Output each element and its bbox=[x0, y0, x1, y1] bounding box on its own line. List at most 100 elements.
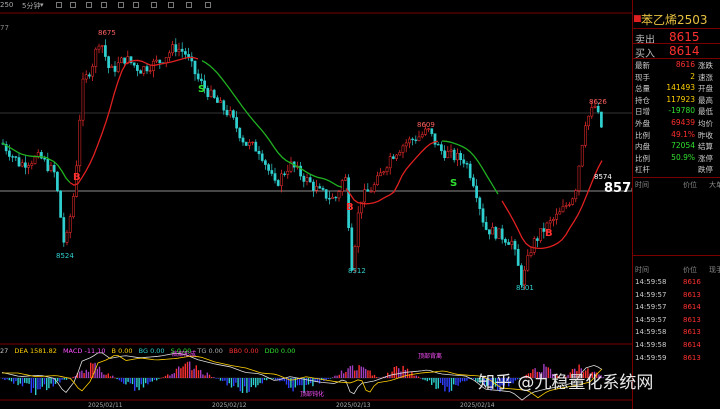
candle-body bbox=[248, 142, 251, 146]
macd-bar-mark bbox=[129, 378, 131, 384]
macd-bar-mark bbox=[43, 378, 46, 385]
symbol-header: ■ 苯乙烯2503 bbox=[633, 8, 720, 28]
tick-row: 14:59:59 8613 bbox=[635, 353, 701, 362]
candle-body bbox=[372, 184, 376, 192]
buy-price-row[interactable]: 买入 8614 bbox=[633, 44, 720, 60]
candle-body bbox=[587, 115, 590, 127]
candle-body bbox=[49, 165, 53, 171]
candle-body bbox=[267, 164, 270, 171]
candle-body bbox=[104, 45, 107, 57]
symbol-name: 苯乙烯2503 bbox=[641, 13, 708, 27]
macd-bar-mark bbox=[61, 378, 63, 380]
macd-bar-mark bbox=[37, 378, 39, 390]
macd-bar-mark bbox=[72, 376, 74, 378]
candle-body bbox=[148, 70, 152, 72]
candle-body bbox=[136, 65, 139, 71]
candle-body bbox=[225, 109, 229, 116]
macd-bar-mark bbox=[81, 370, 83, 378]
candle-body bbox=[238, 127, 242, 139]
candle-body bbox=[356, 212, 360, 247]
stat-row: 杠杆 跌停 bbox=[635, 165, 713, 175]
macd-bar-mark bbox=[424, 378, 426, 381]
candle-body bbox=[174, 44, 178, 52]
candle-body bbox=[468, 163, 472, 179]
candle-body bbox=[84, 74, 88, 80]
macd-bar-mark bbox=[347, 368, 349, 378]
candle-body bbox=[443, 150, 446, 158]
macd-bar-mark bbox=[261, 378, 263, 384]
macd-bar-mark bbox=[455, 378, 457, 386]
macd-bar-mark bbox=[272, 378, 274, 379]
macd-bar-mark bbox=[101, 372, 103, 378]
candle-body bbox=[132, 62, 136, 66]
candle-body bbox=[401, 145, 405, 153]
macd-bar-mark bbox=[277, 378, 279, 380]
candle-body bbox=[513, 240, 517, 250]
macd-bar-mark bbox=[332, 377, 334, 378]
macd-bar-mark bbox=[222, 378, 224, 382]
candle-body bbox=[328, 198, 331, 200]
macd-bar-mark bbox=[233, 378, 235, 387]
macd-bar-mark bbox=[257, 378, 259, 386]
ma-line-segment bbox=[345, 140, 439, 205]
macd-bar-mark bbox=[259, 378, 261, 384]
candle-body bbox=[59, 190, 62, 218]
macd-bar-mark bbox=[442, 378, 444, 386]
candle-body bbox=[449, 149, 453, 152]
macd-bar-mark bbox=[420, 378, 422, 379]
macd-bar-mark bbox=[338, 374, 340, 378]
macd-bar-mark bbox=[171, 373, 173, 378]
macd-bar-mark bbox=[217, 378, 219, 379]
macd-bar-mark bbox=[340, 370, 343, 378]
macd-bar-mark bbox=[305, 378, 307, 386]
candle-body bbox=[577, 165, 581, 191]
macd-bar-mark bbox=[48, 378, 50, 389]
date-label-1: 2025/02/11 bbox=[88, 402, 123, 409]
candle-body bbox=[334, 196, 338, 199]
candle-body bbox=[420, 134, 424, 138]
macd-bar-mark bbox=[327, 378, 329, 379]
macd-bar-mark bbox=[125, 378, 127, 385]
candle-body bbox=[596, 106, 600, 113]
kline-chart-area[interactable]: 250 5分钟 ▾ 77 8675 8524 8609 8512 8501 8626 857… bbox=[0, 0, 640, 409]
macd-bar-mark bbox=[50, 378, 52, 384]
candle-body bbox=[33, 156, 37, 164]
macd-bar-mark bbox=[263, 378, 266, 380]
candle-body bbox=[123, 57, 126, 64]
macd-bar-mark bbox=[415, 375, 417, 378]
sell-price-row[interactable]: 卖出 8615 bbox=[633, 30, 720, 46]
sell-signal: S bbox=[198, 84, 205, 95]
macd-bar-mark bbox=[191, 370, 193, 378]
candle-body bbox=[532, 238, 536, 253]
macd-bar-mark bbox=[387, 372, 389, 378]
candle-body bbox=[171, 44, 174, 54]
macd-bar-mark bbox=[206, 372, 208, 378]
macd-bar-mark bbox=[83, 373, 85, 378]
macd-bar-mark bbox=[109, 376, 112, 378]
macd-bar-mark bbox=[213, 377, 215, 378]
macd-bar-mark bbox=[96, 368, 98, 378]
macd-bar-mark bbox=[255, 378, 257, 388]
macd-bar-mark bbox=[404, 369, 406, 378]
macd-bar-mark bbox=[208, 374, 211, 378]
macd-bar-mark bbox=[472, 378, 475, 380]
macd-annotation: 顶部背离 bbox=[418, 352, 442, 360]
candle-body bbox=[187, 54, 190, 57]
candle-body bbox=[318, 186, 322, 189]
macd-bar-mark bbox=[46, 378, 48, 391]
macd-bar-mark bbox=[215, 378, 217, 379]
candle-body bbox=[232, 110, 235, 118]
macd-bar-mark bbox=[431, 378, 433, 385]
macd-bar-mark bbox=[448, 378, 450, 393]
buy-signal: B bbox=[73, 172, 81, 183]
macd-bar-mark bbox=[112, 375, 114, 378]
sell-signal: S bbox=[450, 178, 457, 189]
candle-body bbox=[504, 239, 507, 243]
price-label-low1: 8524 bbox=[56, 252, 74, 260]
candle-body bbox=[142, 66, 146, 74]
macd-bg: BG 0.00 bbox=[138, 347, 165, 355]
candle-body bbox=[507, 242, 510, 245]
macd-bar-mark bbox=[241, 378, 244, 394]
macd-b: B 0.00 bbox=[111, 347, 133, 355]
candle-body bbox=[20, 162, 24, 167]
